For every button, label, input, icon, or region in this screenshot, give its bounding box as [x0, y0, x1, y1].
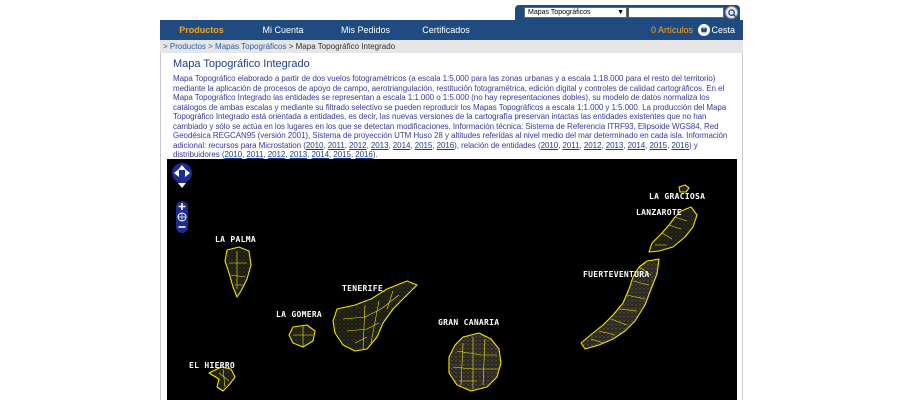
search-input[interactable] [628, 7, 724, 18]
distribuidores-year-link[interactable]: 2015 [333, 150, 351, 159]
breadcrumb-mapas-topograficos[interactable]: > Mapas Topográficos [208, 42, 286, 51]
page-title: Mapa Topográfico Integrado [173, 58, 310, 70]
pan-down-icon [178, 183, 186, 188]
label-lanzarote: LANZAROTE [636, 208, 683, 217]
island-la-graciosa [678, 184, 690, 193]
label-tenerife: TENERIFE [342, 284, 383, 293]
label-fuerteventura: FUERTEVENTURA [583, 270, 650, 279]
distribuidores-year-links: 2010, 2011, 2012, 2013, 2014, 2015, 2016 [224, 150, 373, 159]
microstation-year-link[interactable]: 2012 [349, 141, 367, 150]
island-el-hierro [208, 366, 236, 392]
description-text: Mapa Topográfico elaborado a partir de d… [173, 74, 728, 150]
zoom-control [176, 201, 188, 233]
label-la-gomera: LA GOMERA [276, 310, 323, 319]
island-la-gomera [288, 324, 316, 348]
microstation-year-link[interactable]: 2015 [415, 141, 433, 150]
label-la-palma: LA PALMA [215, 235, 256, 244]
island-la-palma [224, 246, 252, 298]
dropdown-arrow-icon: ▼ [617, 9, 624, 16]
microstation-year-link[interactable]: 2016 [437, 141, 455, 150]
label-gran-canaria: GRAN CANARIA [438, 318, 500, 327]
entidades-year-link[interactable]: 2013 [606, 141, 624, 150]
distribuidores-year-link[interactable]: 2013 [290, 150, 308, 159]
entidades-year-link[interactable]: 2014 [628, 141, 646, 150]
distribuidores-year-link[interactable]: 2012 [268, 150, 286, 159]
main-navbar: Productos Mi Cuenta Mis Pedidos Certific… [160, 20, 743, 40]
basket-icon[interactable] [698, 24, 710, 36]
breadcrumb: > Productos > Mapas Topográficos > Mapa … [160, 40, 743, 53]
category-select[interactable]: Mapas Topográficos ▼ [524, 7, 627, 18]
description-text: ). [372, 150, 378, 159]
microstation-year-link[interactable]: 2010 [306, 141, 324, 150]
nav-mi-cuenta[interactable]: Mi Cuenta [243, 20, 323, 40]
basket-link[interactable]: Cesta [711, 20, 735, 40]
entidades-year-link[interactable]: 2016 [671, 141, 689, 150]
label-la-graciosa: LA GRACIOSA [649, 192, 706, 201]
category-select-value: Mapas Topográficos [528, 9, 591, 16]
canary-islands-map[interactable]: LA GRACIOSA LANZAROTE LA PALMA FUERTEVEN… [167, 159, 737, 400]
entidades-year-link[interactable]: 2011 [563, 141, 580, 150]
cart-articles-count[interactable]: 0 Artículos [651, 20, 693, 40]
island-gran-canaria [448, 332, 502, 392]
entidades-year-links: 2010, 2011, 2012, 2013, 2014, 2015, 2016 [540, 140, 689, 150]
entidades-year-link[interactable]: 2015 [650, 141, 668, 150]
distribuidores-year-link[interactable]: 2011 [246, 150, 263, 159]
microstation-year-link[interactable]: 2014 [393, 141, 411, 150]
microstation-year-links: 2010, 2011, 2012, 2013, 2014, 2015, 2016 [305, 140, 455, 150]
breadcrumb-current: > Mapa Topográfico Integrado [288, 42, 396, 51]
breadcrumb-productos[interactable]: > Productos [163, 42, 206, 51]
nav-certificados[interactable]: Certificados [408, 20, 484, 40]
search-button[interactable] [725, 6, 738, 19]
search-icon [728, 9, 737, 18]
nav-productos[interactable]: Productos [160, 20, 243, 40]
distribuidores-year-link[interactable]: 2010 [225, 150, 243, 159]
pan-control [172, 163, 192, 188]
label-el-hierro: EL HIERRO [189, 361, 236, 370]
entidades-year-link[interactable]: 2010 [541, 141, 559, 150]
distribuidores-year-link[interactable]: 2016 [355, 150, 373, 159]
microstation-year-link[interactable]: 2013 [371, 141, 389, 150]
entidades-year-link[interactable]: 2012 [584, 141, 602, 150]
product-description: Mapa Topográfico elaborado a partir de d… [173, 74, 738, 160]
microstation-year-link[interactable]: 2011 [328, 141, 345, 150]
distribuidores-year-link[interactable]: 2014 [311, 150, 329, 159]
nav-mis-pedidos[interactable]: Mis Pedidos [323, 20, 408, 40]
description-text: ), relación de entidades ( [454, 140, 541, 150]
